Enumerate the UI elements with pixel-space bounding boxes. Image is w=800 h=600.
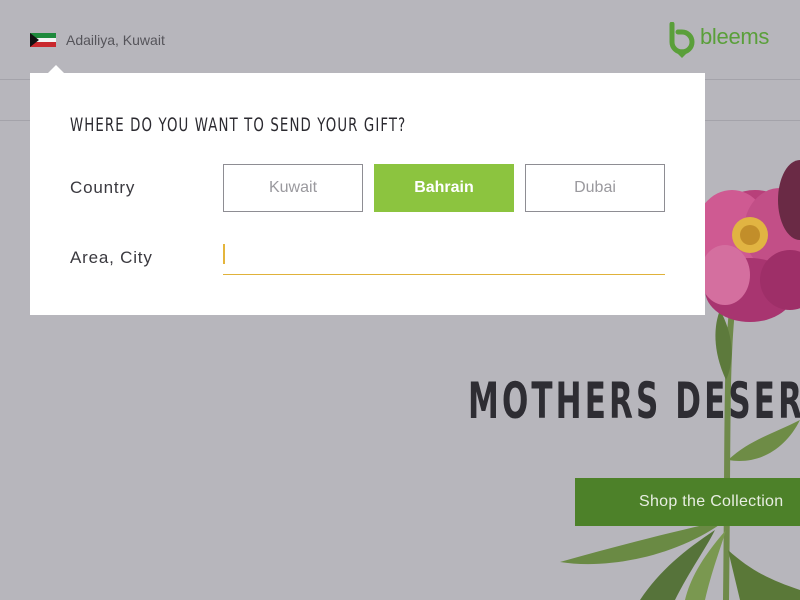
area-city-input[interactable] [223, 239, 665, 275]
gift-destination-popup: WHERE DO YOU WANT TO SEND YOUR GIFT? Cou… [30, 73, 705, 315]
location-text: Adailiya, Kuwait [66, 32, 165, 48]
text-cursor [223, 244, 225, 264]
kuwait-flag-icon [30, 33, 56, 47]
top-bar: Adailiya, Kuwait bleems [0, 0, 800, 80]
popup-title: WHERE DO YOU WANT TO SEND YOUR GIFT? [70, 114, 407, 136]
area-city-label: Area, City [70, 248, 153, 267]
country-label: Country [70, 178, 136, 197]
page: Adailiya, Kuwait bleems MOTHERS DESERV S… [0, 0, 800, 600]
bleems-logo[interactable]: bleems [668, 22, 769, 62]
bleems-logo-icon [669, 22, 695, 58]
country-option-dubai[interactable]: Dubai [525, 164, 665, 212]
country-option-kuwait[interactable]: Kuwait [223, 164, 363, 212]
country-option-bahrain[interactable]: Bahrain [374, 164, 514, 212]
logo-text: bleems [700, 24, 770, 49]
location-selector[interactable]: Adailiya, Kuwait [30, 30, 165, 50]
hero-title: MOTHERS DESERV [468, 372, 800, 430]
shop-the-collection-button[interactable]: Shop the Collection [575, 478, 800, 526]
